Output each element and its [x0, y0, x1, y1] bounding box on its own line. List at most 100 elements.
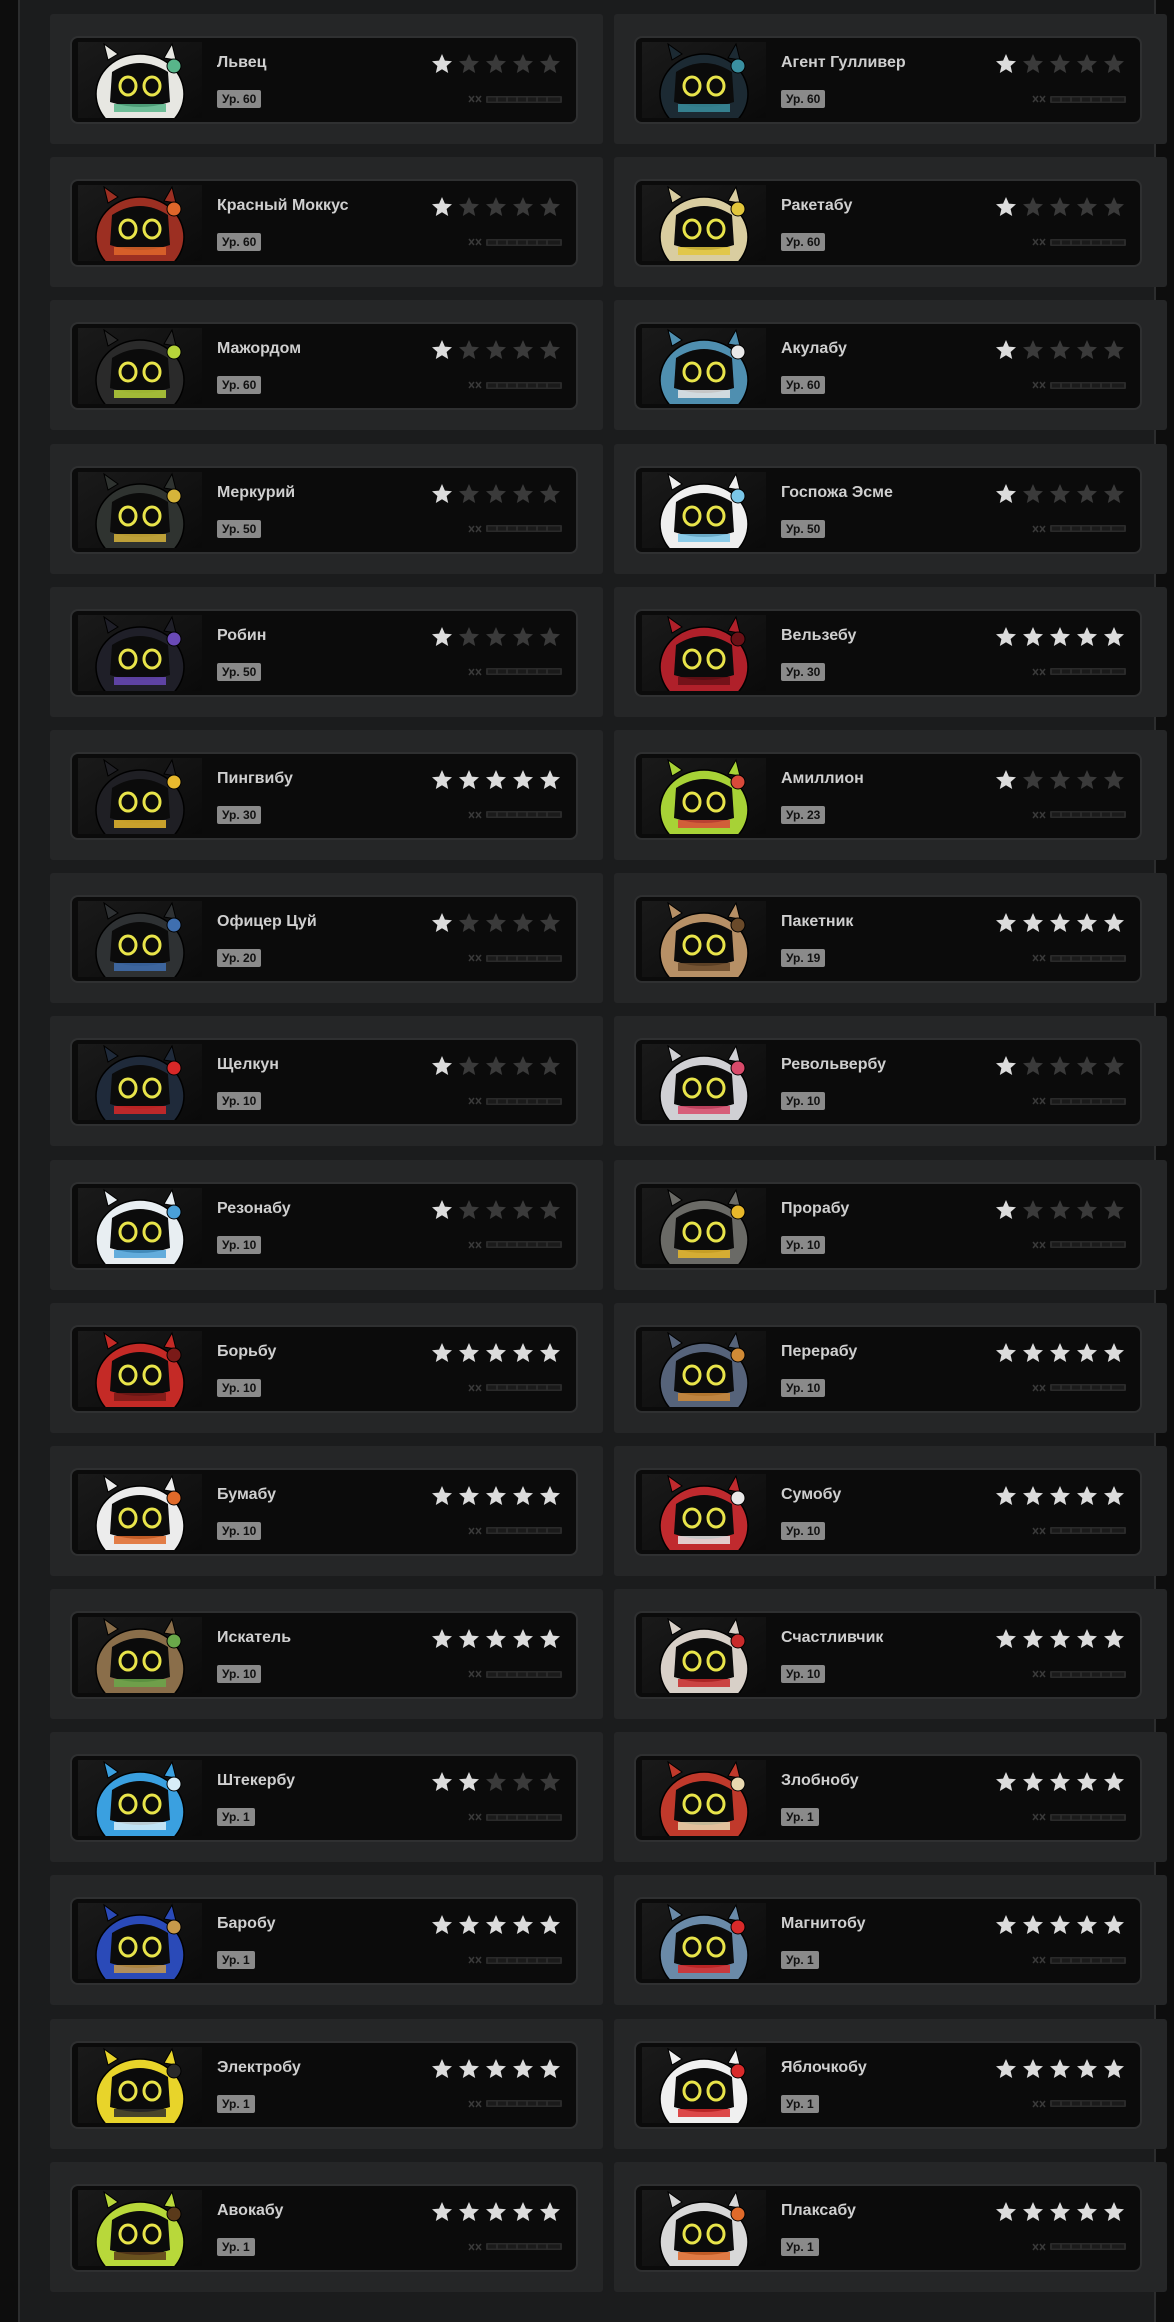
bangboo-grid: Львец Ур. 60 Агент Гулливер Ур. 60 Красн… — [50, 14, 1167, 2292]
star-empty-icon — [1023, 1199, 1043, 1219]
bangboo-cell-9[interactable]: Робин Ур. 50 — [50, 586, 603, 717]
bangboo-card[interactable]: Борьбу Ур. 10 — [70, 1324, 578, 1413]
star-filled-icon — [432, 2201, 452, 2221]
bangboo-cell-7[interactable]: Меркурий Ур. 50 — [50, 443, 603, 574]
bangboo-cell-25[interactable]: Штекербу Ур. 1 — [50, 1732, 603, 1863]
bangboo-card[interactable]: Бумабу Ур. 10 — [70, 1467, 578, 1556]
bangboo-card[interactable]: Офицер Цуй Ур. 20 — [70, 895, 578, 984]
bangboo-cell-23[interactable]: Искатель Ур. 10 — [50, 1589, 603, 1720]
bangboo-card[interactable]: Револьвербу Ур. 10 — [634, 1038, 1142, 1127]
bangboo-card[interactable]: Штекербу Ур. 1 — [70, 1754, 578, 1843]
bangboo-card[interactable]: Красный Моккус Ур. 60 — [70, 179, 578, 268]
bangboo-cell-17[interactable]: Резонабу Ур. 10 — [50, 1159, 603, 1290]
bangboo-card[interactable]: Вельзебу Ур. 30 — [634, 608, 1142, 697]
leaderboard-indicator — [468, 954, 562, 962]
bangboo-cell-22[interactable]: Сумобу Ур. 10 — [614, 1445, 1167, 1576]
bangboo-card[interactable]: Меркурий Ур. 50 — [70, 465, 578, 554]
bangboo-card[interactable]: Львец Ур. 60 — [70, 36, 578, 124]
star-filled-icon — [432, 483, 452, 503]
bangboo-card[interactable]: Сумобу Ур. 10 — [634, 1467, 1142, 1556]
bangboo-cell-19[interactable]: Борьбу Ур. 10 — [50, 1302, 603, 1433]
star-filled-icon — [432, 1629, 452, 1649]
star-empty-icon — [540, 913, 560, 933]
bangboo-cell-4[interactable]: Ракетабу Ур. 60 — [614, 157, 1167, 288]
bangboo-card[interactable]: Мажордом Ур. 60 — [70, 322, 578, 411]
leaderboard-indicator — [1032, 1384, 1126, 1392]
bangboo-cell-10[interactable]: Вельзебу Ур. 30 — [614, 586, 1167, 717]
bangboo-level-badge: Ур. 10 — [781, 1092, 826, 1111]
star-filled-icon — [432, 54, 452, 73]
bangboo-cell-2[interactable]: Агент Гулливер Ур. 60 — [614, 14, 1167, 144]
bangboo-level-badge: Ур. 20 — [217, 949, 262, 968]
bangboo-card[interactable]: Злобнобу Ур. 1 — [634, 1754, 1142, 1843]
bangboo-cell-16[interactable]: Револьвербу Ур. 10 — [614, 1016, 1167, 1147]
bangboo-card[interactable]: Счастливчик Ур. 10 — [634, 1611, 1142, 1700]
star-empty-icon — [1050, 340, 1070, 360]
bangboo-cell-24[interactable]: Счастливчик Ур. 10 — [614, 1589, 1167, 1720]
bangboo-cell-5[interactable]: Мажордом Ур. 60 — [50, 300, 603, 431]
star-rating — [994, 1054, 1126, 1078]
bangboo-card[interactable]: Пакетник Ур. 19 — [634, 895, 1142, 984]
leaderboard-indicator — [1032, 1097, 1126, 1105]
bangboo-name: Ракетабу — [781, 197, 853, 215]
bangboo-name: Госпожа Эсме — [781, 483, 893, 501]
bangboo-level-badge: Ур. 10 — [781, 1521, 826, 1540]
bangboo-card[interactable]: Агент Гулливер Ур. 60 — [634, 36, 1142, 124]
bangboo-cell-1[interactable]: Львец Ур. 60 — [50, 14, 603, 144]
star-rating — [994, 2200, 1126, 2224]
bangboo-cell-15[interactable]: Щелкун Ур. 10 — [50, 1016, 603, 1147]
bangboo-card[interactable]: Госпожа Эсме Ур. 50 — [634, 465, 1142, 554]
bangboo-card[interactable]: Авокабу Ур. 1 — [70, 2183, 578, 2272]
bangboo-cell-21[interactable]: Бумабу Ур. 10 — [50, 1445, 603, 1576]
bangboo-cell-6[interactable]: Акулабу Ур. 60 — [614, 300, 1167, 431]
star-filled-icon — [1023, 626, 1043, 646]
star-filled-icon — [1077, 1772, 1097, 1792]
star-filled-icon — [486, 1342, 506, 1362]
progress-blocks-icon — [1050, 1956, 1126, 1964]
bangboo-cell-12[interactable]: Амиллион Ур. 23 — [614, 729, 1167, 860]
star-filled-icon — [1023, 1772, 1043, 1792]
bangboo-card[interactable]: Резонабу Ур. 10 — [70, 1181, 578, 1270]
bangboo-card[interactable]: Робин Ур. 50 — [70, 608, 578, 697]
bangboo-cell-27[interactable]: Баробу Ур. 1 — [50, 1875, 603, 2006]
star-filled-icon — [486, 2058, 506, 2078]
bangboo-cell-11[interactable]: Пингвибу Ур. 30 — [50, 729, 603, 860]
bangboo-cell-30[interactable]: Яблочкобу Ур. 1 — [614, 2018, 1167, 2149]
bangboo-cell-18[interactable]: Прорабу Ур. 10 — [614, 1159, 1167, 1290]
star-empty-icon — [1023, 54, 1043, 73]
bangboo-card[interactable]: Пингвибу Ур. 30 — [70, 751, 578, 840]
star-filled-icon — [996, 1485, 1016, 1505]
bangboo-card[interactable]: Амиллион Ур. 23 — [634, 751, 1142, 840]
bangboo-cell-3[interactable]: Красный Моккус Ур. 60 — [50, 157, 603, 288]
bangboo-card[interactable]: Магнитобу Ур. 1 — [634, 1897, 1142, 1986]
bangboo-cell-13[interactable]: Офицер Цуй Ур. 20 — [50, 873, 603, 1004]
bangboo-cell-29[interactable]: Электробу Ур. 1 — [50, 2018, 603, 2149]
star-filled-icon — [996, 1056, 1016, 1076]
bangboo-portrait-avokabu — [78, 2189, 202, 2266]
bangboo-cell-26[interactable]: Злобнобу Ур. 1 — [614, 1732, 1167, 1863]
star-filled-icon — [513, 2058, 533, 2078]
bangboo-cell-28[interactable]: Магнитобу Ур. 1 — [614, 1875, 1167, 2006]
bangboo-name: Вельзебу — [781, 626, 857, 644]
bangboo-cell-31[interactable]: Авокабу Ур. 1 — [50, 2161, 603, 2292]
bangboo-level-badge: Ур. 1 — [781, 2237, 819, 2256]
bangboo-card[interactable]: Перерабу Ур. 10 — [634, 1324, 1142, 1413]
bangboo-cell-14[interactable]: Пакетник Ур. 19 — [614, 873, 1167, 1004]
bangboo-cell-20[interactable]: Перерабу Ур. 10 — [614, 1302, 1167, 1433]
bangboo-cell-8[interactable]: Госпожа Эсме Ур. 50 — [614, 443, 1167, 574]
bangboo-portrait-schastlivchik — [642, 1617, 766, 1694]
star-filled-icon — [432, 769, 452, 789]
bangboo-card[interactable]: Баробу Ур. 1 — [70, 1897, 578, 1986]
bangboo-card[interactable]: Прорабу Ур. 10 — [634, 1181, 1142, 1270]
bangboo-cell-32[interactable]: Плаксабу Ур. 1 — [614, 2161, 1167, 2292]
star-empty-icon — [1023, 769, 1043, 789]
star-empty-icon — [459, 1199, 479, 1219]
bangboo-card[interactable]: Электробу Ур. 1 — [70, 2040, 578, 2129]
bangboo-card[interactable]: Плаксабу Ур. 1 — [634, 2183, 1142, 2272]
bangboo-card[interactable]: Акулабу Ур. 60 — [634, 322, 1142, 411]
bangboo-card[interactable]: Яблочкобу Ур. 1 — [634, 2040, 1142, 2129]
bangboo-card[interactable]: Щелкун Ур. 10 — [70, 1038, 578, 1127]
bangboo-card[interactable]: Ракетабу Ур. 60 — [634, 179, 1142, 268]
bangboo-card[interactable]: Искатель Ур. 10 — [70, 1611, 578, 1700]
star-rating — [994, 1341, 1126, 1365]
